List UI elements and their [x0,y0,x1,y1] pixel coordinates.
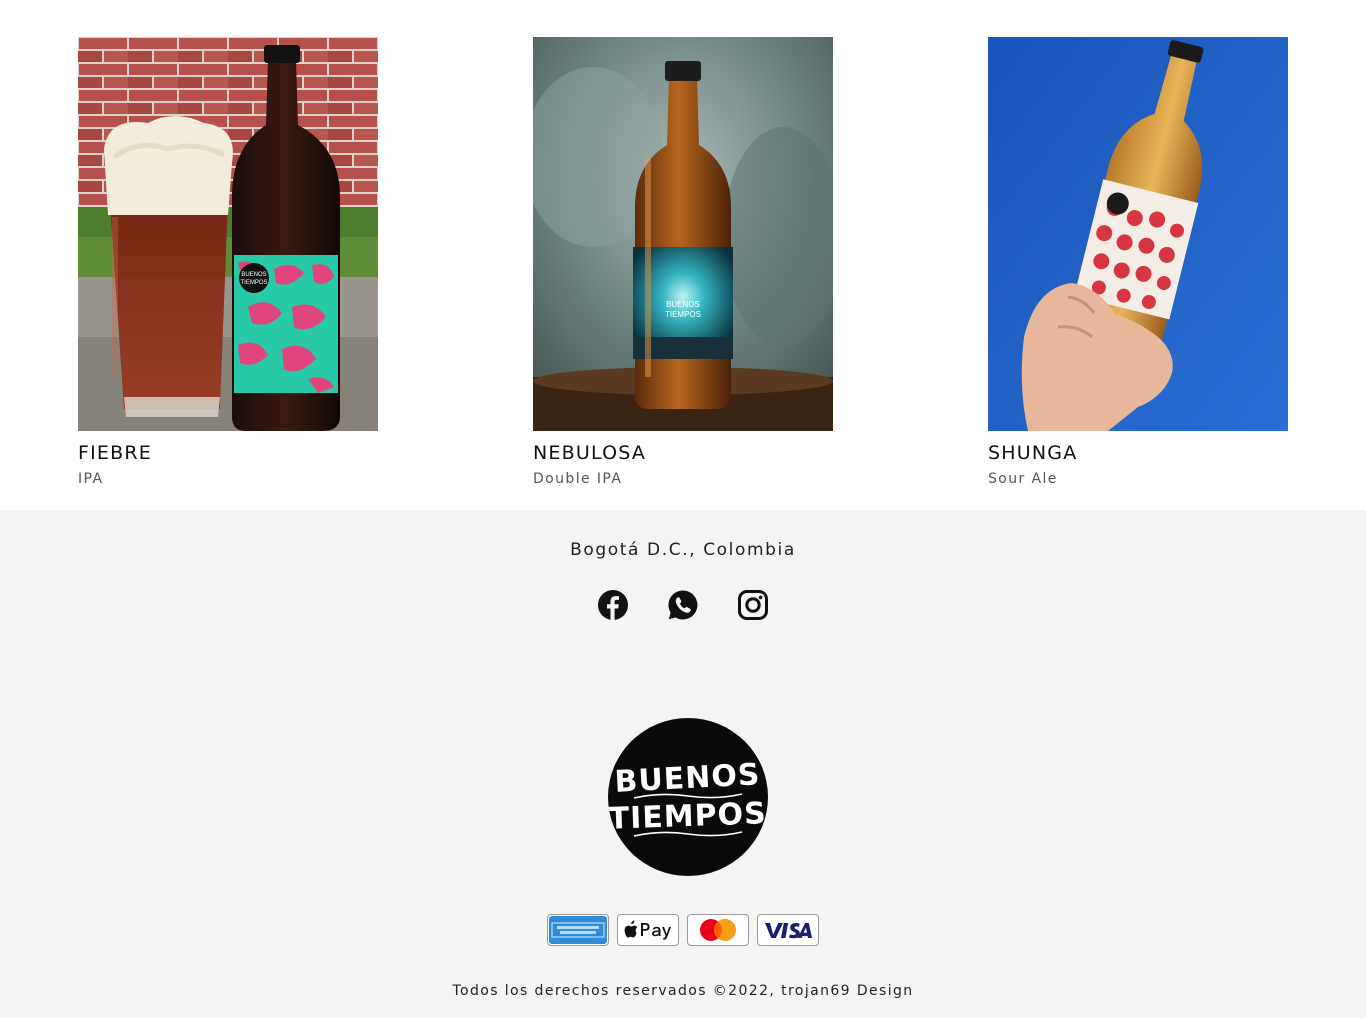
product-style: IPA [78,471,104,487]
product-style: Sour Ale [988,471,1058,487]
whatsapp-link[interactable] [668,590,698,620]
mastercard-icon [687,914,749,946]
apple-pay-icon [617,914,679,946]
product-name[interactable]: NEBULOSA [533,441,833,465]
shunga-photo [988,37,1288,431]
buenos-tiempos-logo[interactable]: BUENOS TIEMPOS [608,718,768,876]
svg-text:BUENOS: BUENOS [241,272,266,278]
product-image-shunga[interactable] [988,37,1288,431]
fiebre-photo: BUENOS TIEMPOS [78,37,378,431]
product-card-nebulosa: BUENOS TIEMPOS NEBULOSA Double IPA [533,37,833,489]
social-links [0,590,1366,620]
product-card-shunga: SHUNGA Sour Ale [988,37,1288,489]
product-image-fiebre[interactable]: BUENOS TIEMPOS [78,37,378,431]
american-express-icon [547,914,609,946]
product-style: Double IPA [533,471,623,487]
copyright-text: Todos los derechos reservados ©2022, tro… [452,983,914,999]
whatsapp-icon [668,590,698,620]
brand-logo-icon: BUENOS TIEMPOS [608,718,768,876]
product-name[interactable]: FIEBRE [78,441,378,465]
svg-text:BUENOS: BUENOS [666,300,700,309]
visa-icon [757,914,819,946]
product-image-nebulosa[interactable]: BUENOS TIEMPOS [533,37,833,431]
facebook-link[interactable] [598,590,628,620]
nebulosa-photo: BUENOS TIEMPOS [533,37,833,431]
site-footer: Bogotá D.C., Colombia BUENOS TIEMPOS Tod… [0,510,1366,1018]
product-grid: BUENOS TIEMPOS FIEBRE IPA BUENOS TIEMPOS… [0,0,1366,510]
instagram-link[interactable] [738,590,768,620]
product-card-fiebre: BUENOS TIEMPOS FIEBRE IPA [78,37,378,489]
instagram-icon [738,590,768,620]
payment-methods [0,914,1366,946]
svg-text:TIEMPOS: TIEMPOS [665,310,701,319]
product-name[interactable]: SHUNGA [988,441,1288,465]
footer-location: Bogotá D.C., Colombia [570,540,796,560]
facebook-icon [598,590,628,620]
logo-line-2: TIEMPOS [608,796,767,836]
svg-text:TIEMPOS: TIEMPOS [240,280,267,286]
